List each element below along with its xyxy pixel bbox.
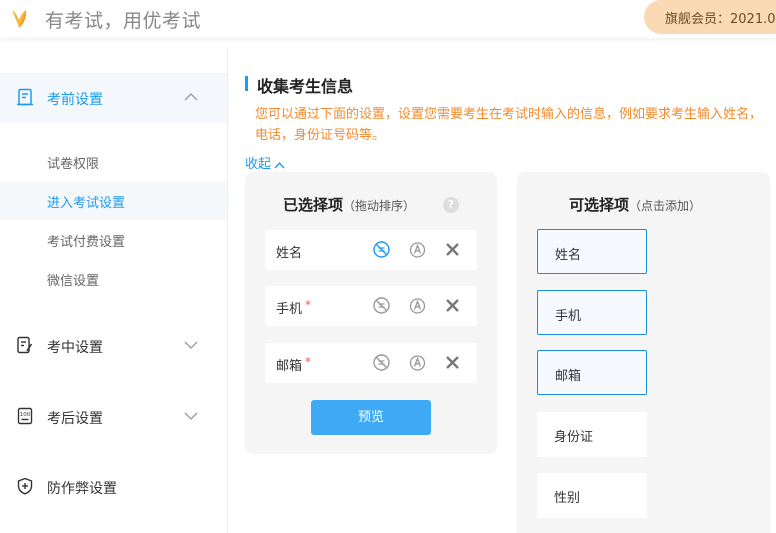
required-toggle-icon[interactable]	[408, 296, 427, 315]
sidebar-item-in-exam[interactable]: 考中设置	[0, 321, 227, 371]
option-label: 手机	[555, 309, 582, 324]
chevron-up-icon	[184, 93, 198, 101]
sidebar-subitem-enter-exam[interactable]: 进入考试设置	[0, 182, 227, 220]
option-label: 姓名	[555, 248, 582, 263]
optional-toggle-icon[interactable]	[372, 240, 391, 259]
option-phone[interactable]: 手机	[537, 290, 647, 335]
sidebar-subitem-label: 微信设置	[47, 274, 100, 289]
required-toggle-icon[interactable]	[408, 240, 427, 259]
edit-document-icon	[17, 336, 33, 354]
selected-row-email[interactable]: 邮箱 *	[265, 343, 477, 383]
selected-panel-title: 已选择项（拖动排序）	[283, 194, 415, 215]
option-gender[interactable]: 性别	[537, 473, 647, 518]
option-label: 性别	[554, 491, 581, 506]
sidebar-subitem-label: 进入考试设置	[47, 196, 126, 211]
sidebar-subitem-label: 试卷权限	[47, 157, 100, 172]
remove-icon[interactable]	[443, 296, 462, 315]
help-icon[interactable]: ?	[443, 197, 459, 213]
score-document-icon: 100	[17, 407, 33, 425]
option-label: 邮箱	[555, 369, 582, 384]
logo-icon	[12, 10, 27, 28]
chevron-up-icon	[274, 161, 285, 168]
sidebar-item-post-exam[interactable]: 100 考后设置	[0, 392, 227, 442]
section-title: 收集考生信息	[245, 73, 353, 97]
app-brand: 有考试，用优考试	[45, 10, 202, 32]
available-panel-title-text: 可选择项	[569, 196, 630, 214]
document-icon	[17, 88, 33, 106]
option-email[interactable]: 邮箱	[537, 350, 647, 395]
selected-row-label: 手机 *	[276, 298, 312, 317]
optional-toggle-icon[interactable]	[372, 296, 391, 315]
optional-toggle-icon[interactable]	[372, 353, 391, 372]
option-name[interactable]: 姓名	[537, 229, 647, 274]
collapse-link[interactable]: 收起	[245, 153, 285, 172]
chevron-down-icon	[184, 341, 198, 349]
option-label: 身份证	[554, 430, 594, 445]
shield-icon	[17, 477, 33, 495]
sidebar-item-label: 防作弊设置	[47, 481, 117, 497]
remove-icon[interactable]	[443, 353, 462, 372]
remove-icon[interactable]	[443, 240, 462, 259]
sidebar-subitem-wechat[interactable]: 微信设置	[0, 260, 227, 298]
chevron-down-icon	[184, 412, 198, 420]
required-toggle-icon[interactable]	[408, 353, 427, 372]
selected-row-label: 邮箱 *	[276, 355, 312, 374]
preview-button[interactable]: 预览	[311, 400, 431, 435]
svg-text:100: 100	[20, 412, 31, 418]
available-panel-hint: （点击添加）	[629, 199, 702, 213]
sidebar-subitem-payment[interactable]: 考试付费设置	[0, 221, 227, 259]
notice-text: 您可以通过下面的设置，设置您需要考生在考试时输入的信息，例如要求考生输入姓名，电…	[255, 107, 763, 143]
selected-panel-title-text: 已选择项	[283, 196, 344, 214]
selected-panel-hint: （拖动排序）	[343, 199, 416, 213]
sidebar-item-label: 考中设置	[47, 340, 103, 356]
available-panel-title: 可选择项（点击添加）	[569, 194, 701, 215]
sidebar: 考前设置 试卷权限 进入考试设置 考试付费设置 微信设置 考中设置 100 考后…	[0, 48, 228, 533]
sidebar-item-label: 考前设置	[47, 92, 103, 108]
sidebar-subitem-label: 考试付费设置	[47, 235, 126, 250]
selected-row-name[interactable]: 姓名	[265, 230, 477, 270]
option-id-card[interactable]: 身份证	[537, 412, 647, 457]
sidebar-subitem-paper-permission[interactable]: 试卷权限	[0, 143, 227, 181]
top-bar: 有考试，用优考试 旗舰会员：2021.0	[0, 0, 776, 38]
member-badge[interactable]: 旗舰会员：2021.0	[644, 0, 776, 34]
selected-row-label: 姓名	[276, 246, 303, 261]
sidebar-item-label: 考后设置	[47, 411, 103, 427]
sidebar-item-anti-cheat[interactable]: 防作弊设置	[0, 462, 227, 512]
sidebar-item-pre-exam[interactable]: 考前设置	[0, 73, 227, 123]
selected-row-phone[interactable]: 手机 *	[265, 286, 477, 326]
collapse-label: 收起	[245, 157, 272, 172]
